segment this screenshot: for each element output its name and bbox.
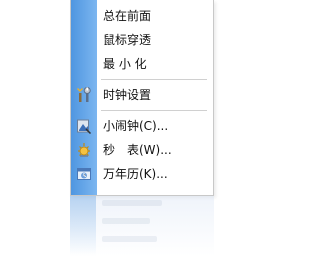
tools-icon (76, 87, 92, 103)
menu-item-label: 最 小 化 (103, 57, 147, 71)
menu-item-label: 时钟设置 (103, 88, 152, 102)
context-menu: 总在前面 鼠标穿透 最 小 化 时钟设置 小闹钟(C)... 秒 表(W)...… (70, 0, 214, 196)
menu-item-label: 总在前面 (103, 9, 152, 23)
reflection-line (102, 218, 150, 224)
menu-reflection (70, 196, 214, 256)
menu-item-always-on-top[interactable]: 总在前面 (71, 4, 213, 28)
alarm-icon (76, 118, 92, 135)
menu-item-label: 小闹钟(C)... (103, 119, 169, 133)
menu-item-stopwatch[interactable]: 秒 表(W)... (71, 138, 213, 162)
menu-separator (71, 107, 213, 114)
reflection-line (102, 236, 157, 242)
menu-item-alarm[interactable]: 小闹钟(C)... (71, 114, 213, 138)
stopwatch-icon (76, 142, 92, 158)
menu-item-label: 万年历(K)... (103, 167, 168, 181)
menu-separator (71, 76, 213, 83)
menu-item-clock-settings[interactable]: 时钟设置 (71, 83, 213, 107)
menu-item-label: 鼠标穿透 (103, 33, 152, 47)
menu-item-mouse-passthrough[interactable]: 鼠标穿透 (71, 28, 213, 52)
reflection-line (102, 200, 162, 206)
menu-list: 总在前面 鼠标穿透 最 小 化 时钟设置 小闹钟(C)... 秒 表(W)...… (71, 4, 213, 186)
reflection-strip (70, 196, 96, 256)
menu-item-label: 秒 表(W)... (103, 143, 172, 157)
calendar-icon (76, 166, 92, 182)
menu-item-minimize[interactable]: 最 小 化 (71, 52, 213, 76)
menu-item-calendar[interactable]: 万年历(K)... (71, 162, 213, 186)
